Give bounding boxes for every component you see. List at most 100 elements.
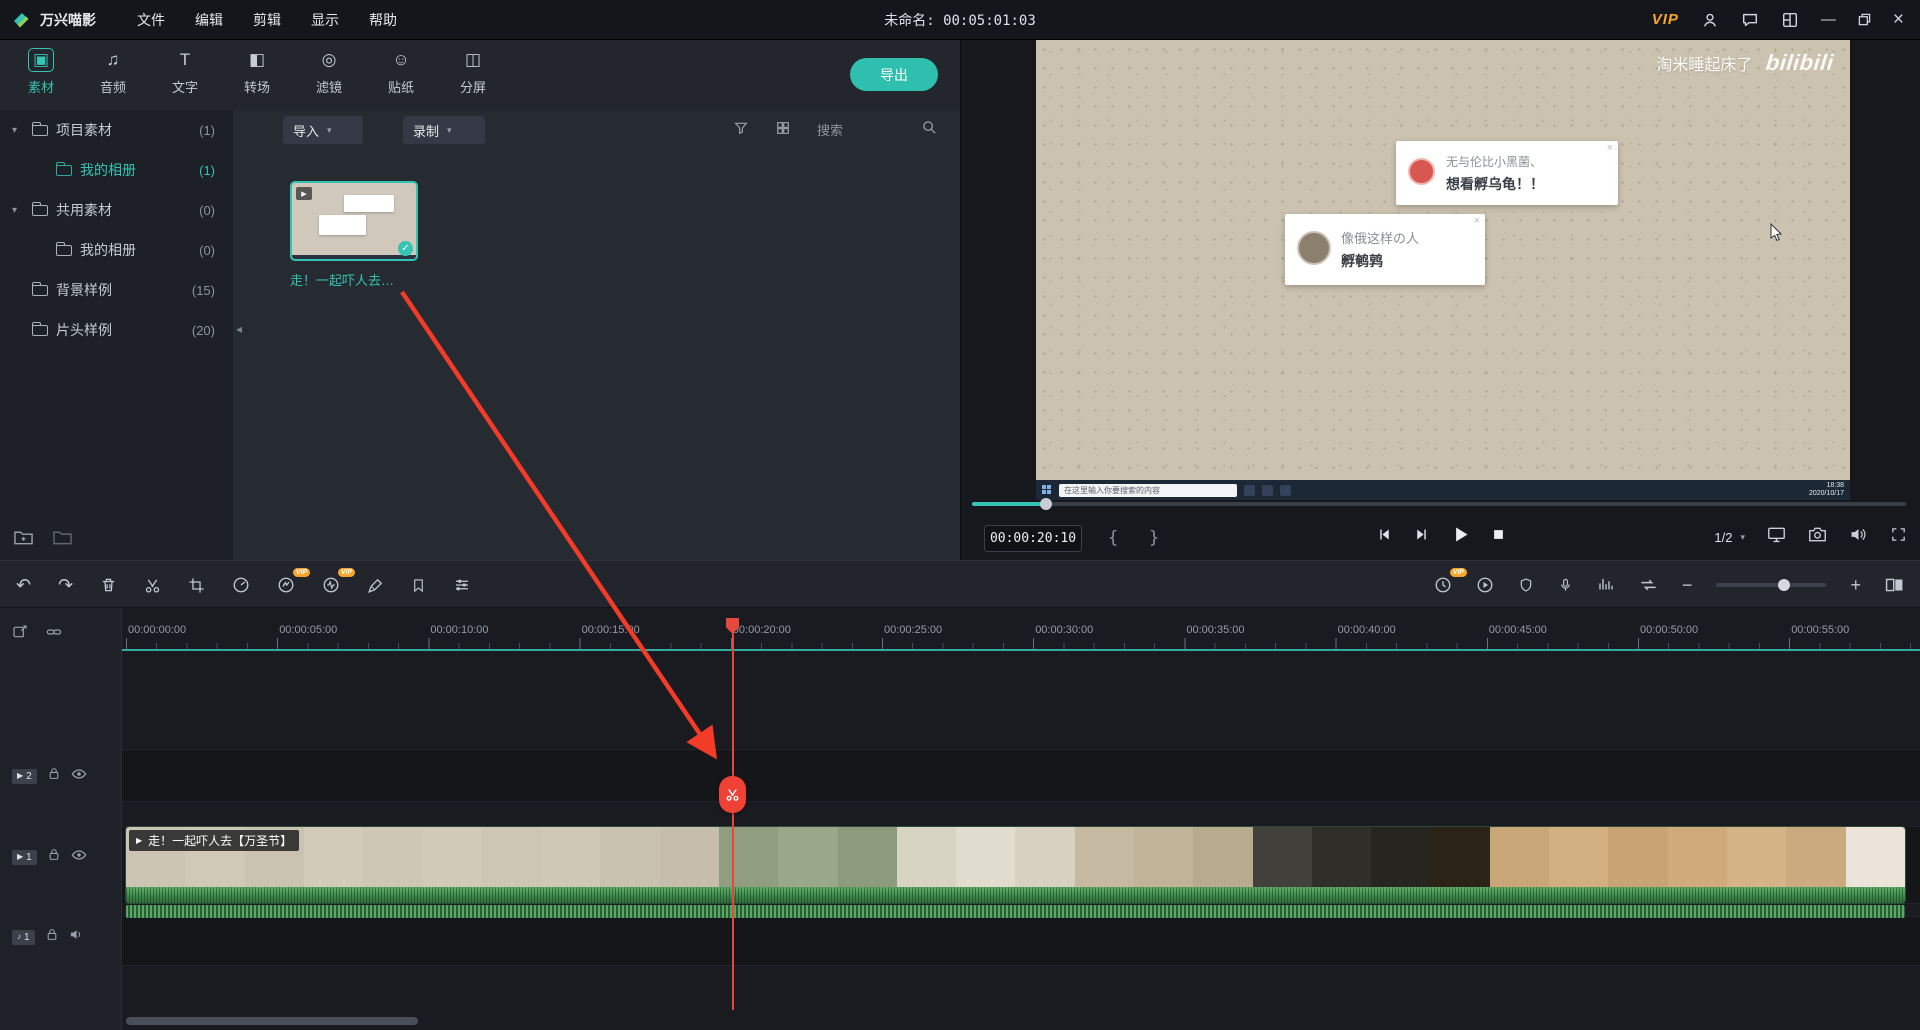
vip-badge[interactable]: VIP xyxy=(1652,11,1679,28)
sidebar-item-intro-samples[interactable]: 片头样例(20) xyxy=(0,310,233,350)
search-icon[interactable] xyxy=(921,119,938,141)
folder-icon[interactable] xyxy=(53,529,72,550)
filmstrip-frame xyxy=(1371,827,1430,887)
silence-detect-button[interactable]: VIP xyxy=(322,576,340,594)
menu-item-0[interactable]: 文件 xyxy=(122,0,180,40)
delete-button[interactable] xyxy=(100,576,117,594)
clip-dense-waveform xyxy=(126,905,1905,918)
sidebar-item-background-samples[interactable]: 背景样例(15) xyxy=(0,270,233,310)
menu-item-3[interactable]: 显示 xyxy=(296,0,354,40)
tab-transition[interactable]: ◧转场 xyxy=(228,48,286,96)
auto-ripple-button[interactable] xyxy=(1639,577,1658,593)
volume-icon[interactable] xyxy=(1849,526,1868,548)
render-preview-button[interactable] xyxy=(1476,576,1494,594)
timeline-clip[interactable]: ▶ 走！一起吓人去【万圣节】 xyxy=(126,827,1905,903)
sidebar-item-my-album-shared[interactable]: 我的相册(0) xyxy=(0,230,233,270)
ruler-label: 00:00:50:00 xyxy=(1640,624,1698,636)
tab-split-screen[interactable]: ◫分屏 xyxy=(444,48,502,96)
account-icon[interactable] xyxy=(1701,11,1719,29)
scissors-cursor-badge[interactable] xyxy=(719,776,746,813)
ruler-label: 00:00:10:00 xyxy=(430,624,488,636)
sidebar-item-shared-media[interactable]: ▾共用素材(0) xyxy=(0,190,233,230)
export-button[interactable]: 导出 xyxy=(850,58,938,91)
mark-out-button[interactable]: } xyxy=(1149,528,1159,548)
timeline-zoom-slider[interactable] xyxy=(1716,583,1826,587)
tab-filter[interactable]: ◎滤镜 xyxy=(300,48,358,96)
display-device-icon[interactable] xyxy=(1767,526,1786,548)
sidebar-collapse-icon[interactable]: ◂ xyxy=(236,322,242,336)
eye-visibility-icon[interactable] xyxy=(71,848,87,866)
marker-button[interactable] xyxy=(411,577,426,594)
tab-text[interactable]: T文字 xyxy=(156,48,214,96)
audio-track-1-lane[interactable] xyxy=(122,916,1920,966)
timeline-ruler[interactable]: 00:00:00:0000:00:05:0000:00:10:0000:00:1… xyxy=(122,618,1920,649)
color-pen-button[interactable] xyxy=(367,577,384,594)
workspace-layout-icon[interactable] xyxy=(1781,11,1799,29)
app-logo-icon xyxy=(12,10,32,30)
panel-layout-toggle[interactable] xyxy=(1885,577,1904,593)
minimize-button[interactable]: — xyxy=(1821,12,1836,27)
snapshot-camera-icon[interactable] xyxy=(1808,526,1827,548)
preview-video[interactable]: 淘米睡起床了 bilibili 无与伦比小黑菌、 想看孵乌龟！！ × 像俄这样の… xyxy=(1036,40,1850,500)
preview-seekbar[interactable] xyxy=(972,502,1906,506)
preview-quality-dropdown[interactable]: 1/2 ▾ xyxy=(1714,530,1745,545)
mute-speaker-icon[interactable] xyxy=(69,928,84,946)
seekbar-knob[interactable] xyxy=(1040,498,1052,510)
zoom-slider-handle[interactable] xyxy=(1778,579,1790,591)
menu-item-2[interactable]: 剪辑 xyxy=(238,0,296,40)
voiceover-mic-button[interactable] xyxy=(1558,576,1573,594)
search-input[interactable] xyxy=(817,123,913,138)
new-folder-icon[interactable] xyxy=(14,529,33,550)
undo-button[interactable]: ↶ xyxy=(16,575,31,596)
close-button[interactable]: × xyxy=(1893,10,1904,29)
previous-frame-button[interactable] xyxy=(1376,526,1393,548)
lock-icon[interactable] xyxy=(46,928,58,946)
video-track-2-lane[interactable] xyxy=(122,749,1920,802)
filter-funnel-icon[interactable] xyxy=(733,120,749,141)
menu-item-4[interactable]: 帮助 xyxy=(354,0,412,40)
effects-shield-button[interactable] xyxy=(1518,576,1534,594)
adjust-sliders-button[interactable] xyxy=(453,576,471,594)
close-icon: × xyxy=(1474,215,1480,227)
view-grid-icon[interactable] xyxy=(775,120,791,141)
lock-icon[interactable] xyxy=(48,848,60,866)
record-dropdown[interactable]: 录制 ▾ xyxy=(403,116,485,144)
smart-cut-button[interactable]: VIP xyxy=(277,576,295,594)
playhead-line[interactable] xyxy=(732,618,734,1010)
timeline-panel: ▶ 2 ▶ 1 xyxy=(0,608,1920,1030)
crop-button[interactable] xyxy=(188,577,205,594)
transport-controls xyxy=(1376,524,1506,550)
play-button[interactable] xyxy=(1450,524,1471,550)
tab-sticker[interactable]: ☺贴纸 xyxy=(372,48,430,96)
import-dropdown[interactable]: 导入 ▾ xyxy=(283,116,363,144)
fullscreen-icon[interactable] xyxy=(1890,526,1907,548)
chevron-down-icon: ▾ xyxy=(447,125,452,136)
zoom-in-button[interactable]: + xyxy=(1850,575,1861,596)
mark-in-button[interactable]: { xyxy=(1108,528,1118,548)
zoom-out-button[interactable]: − xyxy=(1682,575,1693,596)
tab-audio[interactable]: ♫音频 xyxy=(84,48,142,96)
feedback-icon[interactable] xyxy=(1741,11,1759,29)
link-icon[interactable] xyxy=(46,624,62,645)
scrollbar-thumb[interactable] xyxy=(126,1017,418,1025)
add-to-timeline-icon[interactable] xyxy=(12,624,28,645)
menu-item-1[interactable]: 编辑 xyxy=(180,0,238,40)
keyframe-button[interactable]: VIP xyxy=(1434,576,1452,594)
bilibili-logo: bilibili xyxy=(1765,50,1835,76)
sidebar-item-project-media[interactable]: ▾项目素材(1) xyxy=(0,110,233,150)
vip-badge: VIP xyxy=(1450,568,1467,577)
redo-button[interactable]: ↷ xyxy=(58,575,73,596)
stop-button[interactable] xyxy=(1491,527,1506,547)
sidebar-item-my-album-project[interactable]: 我的相册(1) xyxy=(0,150,233,190)
card-comment: 孵鹌鹑 xyxy=(1341,251,1383,271)
split-scissors-button[interactable] xyxy=(144,577,161,594)
speed-button[interactable] xyxy=(232,576,250,594)
next-frame-button[interactable] xyxy=(1413,526,1430,548)
media-item-thumbnail[interactable]: ▶ ✓ xyxy=(290,181,418,261)
restore-button[interactable] xyxy=(1858,13,1871,26)
timeline-horizontal-scrollbar[interactable] xyxy=(122,1016,1920,1026)
audio-mixer-button[interactable] xyxy=(1597,576,1615,594)
lock-icon[interactable] xyxy=(48,767,60,785)
eye-visibility-icon[interactable] xyxy=(71,767,87,785)
tab-media[interactable]: ▣素材 xyxy=(12,48,70,96)
